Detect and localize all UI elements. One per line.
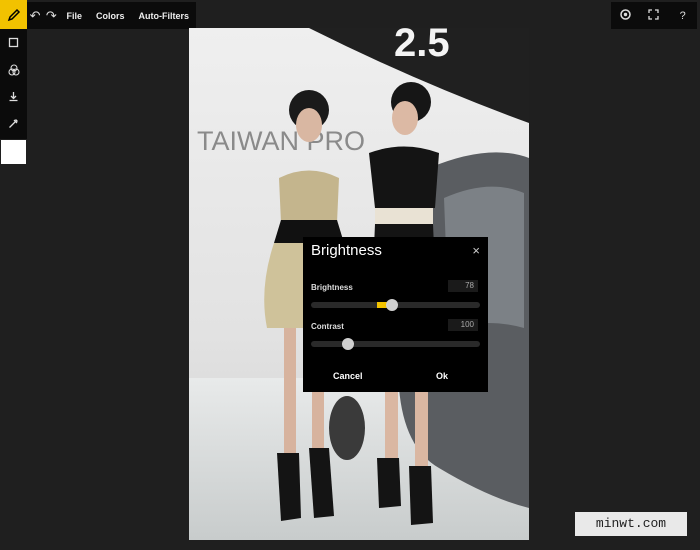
contrast-slider-knob[interactable] (342, 338, 355, 350)
contrast-label: Contrast (311, 322, 344, 331)
brightness-label: Brightness (311, 283, 353, 292)
pencil-icon[interactable] (0, 0, 27, 29)
main-menu: ↶ ↷ File Colors Auto-Filters (27, 2, 196, 29)
svg-text:2.5: 2.5 (394, 28, 450, 65)
help-icon[interactable]: ? (673, 10, 693, 22)
menu-colors[interactable]: Colors (89, 11, 132, 21)
menu-auto-filters[interactable]: Auto-Filters (132, 11, 197, 21)
chrome-icon[interactable] (615, 8, 635, 23)
brightness-dialog: Brightness × Brightness 78 Contrast 100 … (303, 237, 488, 392)
contrast-value[interactable]: 100 (448, 319, 478, 331)
background-sign: TAIWAN PRO (197, 126, 365, 156)
dialog-title: Brightness (311, 242, 382, 259)
redo-icon[interactable]: ↷ (43, 8, 59, 24)
download-icon[interactable] (0, 83, 27, 110)
left-tool-rail (0, 29, 27, 139)
undo-icon[interactable]: ↶ (27, 8, 43, 24)
cancel-button[interactable]: Cancel (333, 371, 363, 381)
brightness-value[interactable]: 78 (448, 280, 478, 292)
menu-file[interactable]: File (59, 11, 89, 21)
brightness-slider-knob[interactable] (386, 299, 399, 311)
eyedropper-icon[interactable] (0, 110, 27, 137)
color-swatch[interactable] (1, 140, 26, 164)
close-icon[interactable]: × (472, 243, 480, 258)
watermark: minwt.com (575, 512, 687, 536)
crop-icon[interactable] (0, 29, 27, 56)
brightness-slider[interactable] (311, 299, 480, 311)
right-toolbar: ? (611, 2, 697, 29)
fullscreen-icon[interactable] (644, 8, 664, 23)
contrast-slider[interactable] (311, 338, 480, 350)
top-toolbar: ↶ ↷ File Colors Auto-Filters ? (0, 0, 700, 30)
ok-button[interactable]: Ok (436, 371, 448, 381)
filters-icon[interactable] (0, 56, 27, 83)
